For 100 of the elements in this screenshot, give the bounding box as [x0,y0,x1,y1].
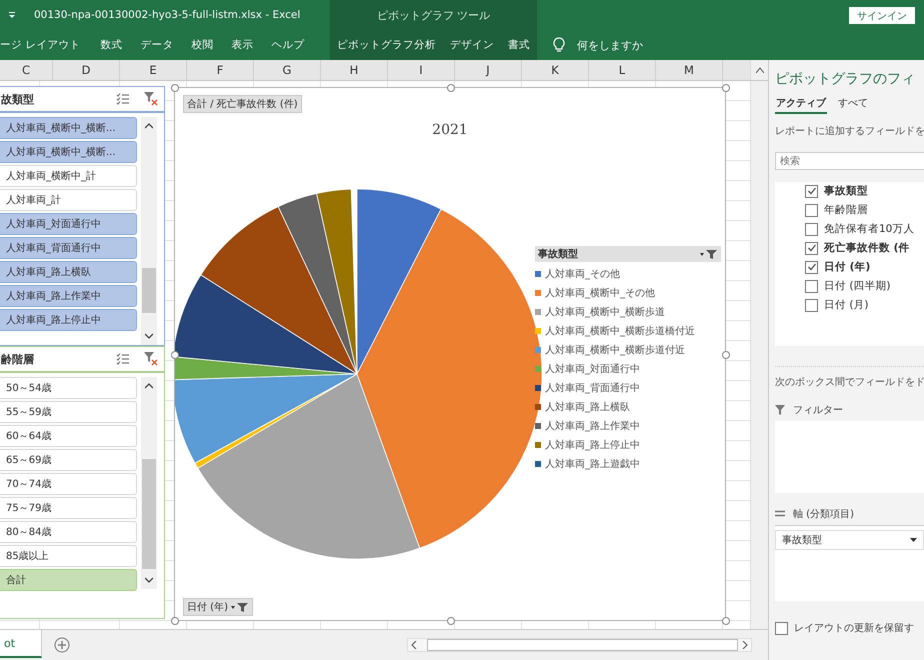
legend-label: 人対車両_背面通行中 [545,382,640,395]
field-checkbox[interactable] [805,298,818,312]
column-header[interactable]: G [254,60,321,80]
slicer-item[interactable]: 人対車両_横断中_横断... [0,141,137,163]
resize-handle[interactable] [722,351,730,359]
context-title: ピボットグラフ ツール [376,8,490,22]
ribbon-tab[interactable]: データ [132,34,182,56]
scrollbar[interactable] [141,117,157,345]
scrollbar[interactable] [141,377,157,589]
slicer-item[interactable]: 50～54歳 [0,377,137,399]
sheet-tab[interactable]: ot [0,630,42,658]
search-field[interactable]: 検索 [775,152,924,170]
slicer-item[interactable]: 人対車両_計 [0,189,137,211]
ribbon-tab[interactable]: ージ レイアウト [0,34,90,56]
scroll-thumb[interactable] [427,639,738,651]
field-checkbox[interactable] [805,204,818,216]
field-checkbox[interactable] [805,280,818,292]
field-label: 免許保有者10万人 [824,222,914,236]
scroll-thumb[interactable] [142,459,156,569]
window-title: 00130-npa-00130002-hyo3-5-full-listm.xlsx - Excel [34,9,300,21]
ribbon-tab[interactable]: 校閲 [183,34,222,56]
axis-field-button[interactable]: 日付 (年) [183,598,253,616]
column-header[interactable]: L [589,60,656,80]
slicer-item[interactable]: 人対車両_背面通行中 [0,237,137,259]
scroll-up-button[interactable] [750,60,768,80]
rows-icon [775,510,785,518]
legend-filter-button[interactable]: 事故類型 [535,246,721,262]
slicer-item[interactable]: 70～74歳 [0,473,137,495]
field-checkbox[interactable] [805,184,818,198]
column-header[interactable]: J [455,60,522,80]
field-label: 日付 (年) [824,260,870,274]
clear-filter-icon[interactable] [144,92,158,106]
resize-handle[interactable] [447,617,455,625]
slicer-item[interactable]: 人対車両_横断中_計 [0,165,137,187]
sign-in-button[interactable]: サインイン [849,6,915,24]
slicer-item[interactable]: 65～69歳 [0,449,137,471]
legend-label: 人対車両_横断中_その他 [545,286,655,300]
chart-title: 2021 [431,122,469,138]
slicer-item[interactable]: 80～84歳 [0,521,137,543]
ribbon-tab[interactable]: ヘルプ [263,34,312,56]
slicer-item[interactable]: 人対車両_対面通行中 [0,213,137,235]
ribbon-tab[interactable]: ピボットグラフ分析 [334,34,439,56]
column-header[interactable]: C [0,60,53,80]
slicer-item[interactable]: 人対車両_路上作業中 [0,285,137,307]
panel-tab[interactable]: すべて [837,94,869,114]
axis-field-dropdown[interactable]: 事故類型 [775,530,924,550]
customize-menu-icon[interactable] [8,11,16,19]
add-sheet-icon[interactable] [54,637,70,653]
legend-label: 人対車両_その他 [545,268,620,281]
clear-filter-icon[interactable] [144,352,158,366]
lightbulb-icon[interactable] [553,37,565,53]
resize-handle[interactable] [171,351,179,359]
ribbon-tab[interactable]: デザイン [447,34,497,56]
slicer-item[interactable]: 人対車両_路上停止中 [0,309,137,331]
field-checkbox[interactable] [805,222,818,236]
column-header[interactable]: K [522,60,589,80]
panel-title: ピボットグラフのフィ [775,70,916,88]
field-label: 日付 (四半期) [824,279,891,293]
horizontal-scrollbar[interactable] [407,638,752,652]
legend-label: 人対車両_路上停止中 [545,438,640,452]
slicer-item[interactable]: 人対車両_横断中_横断... [0,117,137,139]
scroll-thumb[interactable] [142,268,156,313]
caret-icon [910,538,917,542]
ribbon-tab[interactable]: 表示 [223,34,262,56]
field-checkbox[interactable] [805,260,818,274]
ribbon-tab[interactable]: 書式 [505,34,533,56]
column-header[interactable]: E [120,60,187,80]
column-header[interactable]: H [321,60,388,80]
resize-handle[interactable] [722,617,730,625]
resize-handle[interactable] [722,84,730,92]
column-header[interactable]: F [187,60,254,80]
column-header[interactable]: D [53,60,120,80]
filter-icon [230,602,249,612]
slicer-item[interactable]: 合計 [0,569,137,591]
panel-hint: レポートに追加するフィールドを [775,124,924,138]
vertical-scrollbar[interactable] [750,81,768,629]
multi-select-icon[interactable] [116,93,130,105]
tell-me-field[interactable]: 何をしますか [577,38,643,52]
slicer-item[interactable]: 60～64歳 [0,425,137,447]
slicer-item[interactable]: 人対車両_路上横臥 [0,261,137,283]
resize-handle[interactable] [171,617,179,625]
column-header[interactable]: I [388,60,455,80]
multi-select-icon[interactable] [116,353,130,365]
field-label: 日付 (月) [824,298,869,312]
column-header[interactable]: M [656,60,723,80]
defer-label: レイアウトの更新を保留す [794,622,914,635]
resize-handle[interactable] [171,84,179,92]
panel-tab[interactable]: アクティブ [775,94,827,114]
ribbon-tab[interactable]: 数式 [92,34,130,56]
legend-label: 人対車両_路上横臥 [545,400,630,414]
slicer-item[interactable]: 85歳以上 [0,545,137,567]
defer-checkbox[interactable] [775,622,788,634]
slicer-item[interactable]: 75～79歳 [0,497,137,519]
value-field-button[interactable]: 合計 / 死亡事故件数 (件) [183,95,302,113]
field-label: 事故類型 [824,184,868,198]
resize-handle[interactable] [447,84,455,92]
legend-label: 人対車両_路上遊戯中 [545,458,640,471]
field-checkbox[interactable] [805,242,818,254]
drag-hint: 次のボックス間でフィールドをド [775,366,924,389]
slicer-item[interactable]: 55～59歳 [0,401,137,423]
